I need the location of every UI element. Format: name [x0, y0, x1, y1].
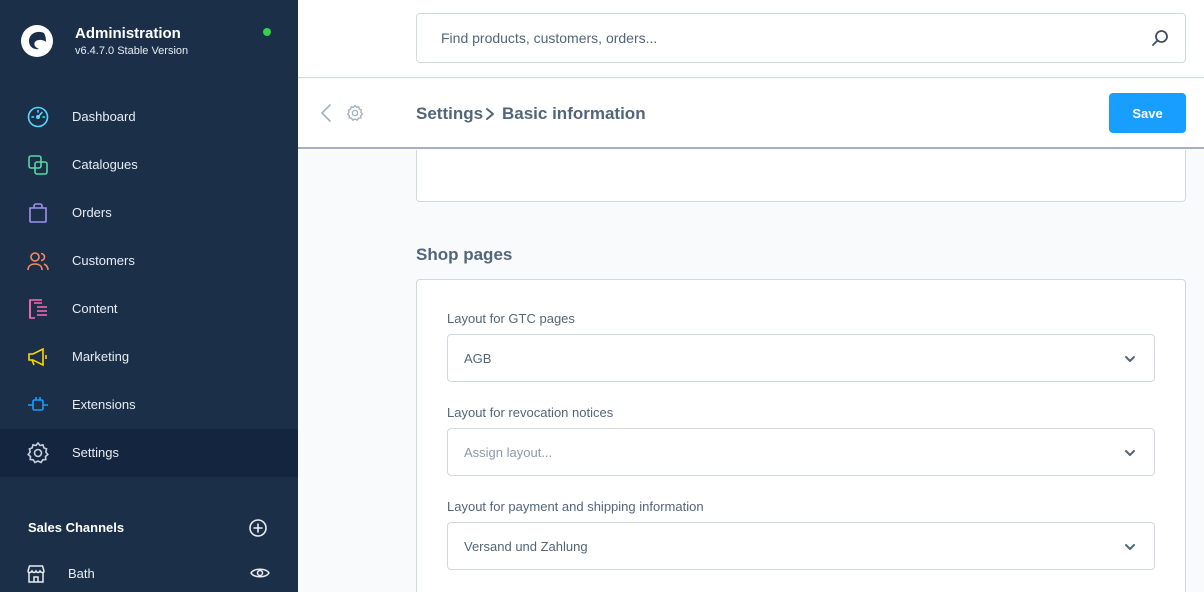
- gtc-layout-select[interactable]: AGB: [447, 334, 1155, 382]
- field-label-payment-shipping: Layout for payment and shipping informat…: [447, 499, 704, 514]
- add-sales-channel-icon[interactable]: [248, 518, 268, 538]
- global-search[interactable]: [416, 13, 1186, 63]
- dashboard-icon: [27, 106, 49, 128]
- select-placeholder: Assign layout...: [464, 445, 553, 460]
- sales-channel-label: Bath: [68, 566, 95, 581]
- settings-icon: [27, 441, 49, 464]
- field-label-revocation: Layout for revocation notices: [447, 405, 614, 420]
- storefront-icon: [27, 565, 45, 583]
- save-button[interactable]: Save: [1109, 93, 1186, 133]
- field-label-gtc: Layout for GTC pages: [447, 311, 575, 326]
- page-title: Basic information: [502, 104, 646, 123]
- orders-icon: [29, 203, 47, 223]
- select-value: Versand und Zahlung: [464, 539, 588, 554]
- chevron-down-icon: [1125, 544, 1135, 550]
- select-value: AGB: [464, 351, 492, 366]
- chevron-down-icon: [1125, 356, 1135, 362]
- breadcrumb-parent[interactable]: Settings: [416, 104, 483, 124]
- sales-channels-title: Sales Channels: [28, 520, 125, 535]
- sidebar-item-label: Catalogues: [72, 157, 138, 172]
- catalogue-icon: [28, 155, 48, 175]
- sidebar-item-label: Extensions: [72, 397, 136, 412]
- sales-channel-item-bath[interactable]: Bath: [0, 556, 298, 592]
- back-chevron-icon[interactable]: [318, 103, 334, 123]
- extensions-icon: [28, 397, 48, 411]
- search-input[interactable]: [441, 14, 1141, 62]
- eye-icon[interactable]: [250, 565, 270, 581]
- chevron-down-icon: [1125, 450, 1135, 456]
- sidebar-item-catalogues[interactable]: Catalogues: [0, 141, 298, 189]
- sidebar-item-label: Marketing: [72, 349, 130, 364]
- customers-icon: [27, 252, 49, 271]
- sidebar-item-label: Orders: [72, 205, 112, 220]
- global-header: [298, 0, 1204, 78]
- previous-card: [416, 150, 1186, 202]
- sidebar-item-label: Settings: [72, 445, 119, 460]
- sidebar-item-marketing[interactable]: Marketing: [0, 333, 298, 381]
- search-icon[interactable]: [1151, 29, 1169, 47]
- marketing-icon: [28, 347, 47, 367]
- app-title: Administration: [75, 25, 181, 42]
- sidebar-item-orders[interactable]: Orders: [0, 189, 298, 237]
- app-version: v6.4.7.0 Stable Version: [75, 45, 189, 57]
- shopware-logo-icon[interactable]: [20, 24, 54, 58]
- sidebar-item-label: Customers: [72, 253, 135, 268]
- sidebar-item-label: Content: [72, 301, 118, 316]
- sidebar: Administration v6.4.7.0 Stable Version D…: [0, 0, 298, 592]
- revocation-layout-select[interactable]: Assign layout...: [447, 428, 1155, 476]
- online-status-indicator: [263, 28, 271, 36]
- smart-bar: Settings Basic information Save: [298, 79, 1204, 149]
- sidebar-item-dashboard[interactable]: Dashboard: [0, 93, 298, 141]
- brand-header: Administration v6.4.7.0 Stable Version: [0, 0, 298, 84]
- settings-gear-icon[interactable]: [346, 104, 364, 122]
- sidebar-item-label: Dashboard: [72, 109, 136, 124]
- chevron-right-icon: [486, 108, 494, 120]
- sidebar-item-customers[interactable]: Customers: [0, 237, 298, 285]
- content-icon: [29, 299, 47, 319]
- sidebar-item-extensions[interactable]: Extensions: [0, 381, 298, 429]
- sidebar-item-settings[interactable]: Settings: [0, 429, 298, 477]
- section-title-shop-pages: Shop pages: [416, 245, 513, 264]
- sidebar-item-content[interactable]: Content: [0, 285, 298, 333]
- payment-shipping-layout-select[interactable]: Versand und Zahlung: [447, 522, 1155, 570]
